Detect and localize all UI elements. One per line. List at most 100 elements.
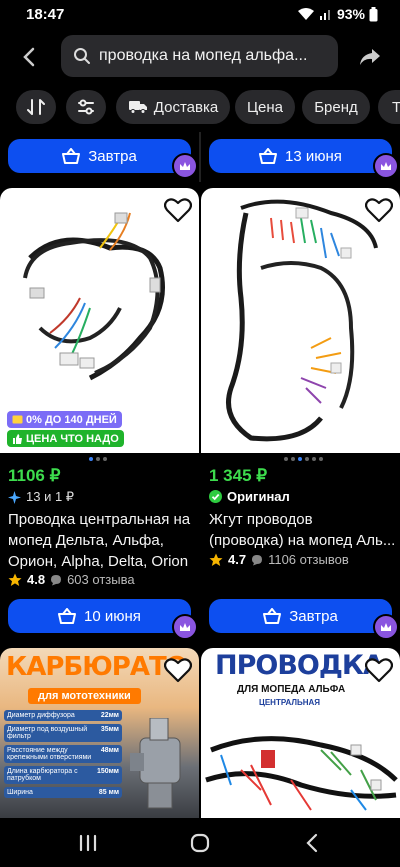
filter-brand-label: Бренд: [314, 98, 358, 116]
heart-icon: [364, 198, 394, 223]
delivery-label: 10 июня: [84, 607, 141, 625]
search-header: проводка на мопед альфа...: [0, 32, 400, 82]
status-time: 18:47: [26, 6, 65, 23]
title-line: (проводка) на мопед Аль...: [209, 532, 396, 549]
filter-price[interactable]: Цена: [235, 90, 295, 124]
original-text: Оригинал: [227, 489, 290, 504]
spec-label: Расстояние между крепежными отверстиями: [7, 747, 92, 761]
delivery-label: Завтра: [88, 147, 137, 165]
banner-subtitle: ДЛЯ МОПЕДА АЛЬФА: [237, 684, 346, 695]
home-icon: [190, 833, 210, 853]
installment-badge: 0% ДО 140 ДНЕЙ: [7, 411, 122, 428]
crown-icon: [381, 162, 391, 170]
delivery-label: Завтра: [289, 607, 338, 625]
back-button[interactable]: [14, 42, 44, 72]
spec-value: 35мм: [100, 726, 119, 733]
back-nav-button[interactable]: [297, 828, 327, 858]
spec-label: Диаметр диффузора: [7, 712, 75, 719]
heart-icon: [364, 658, 394, 683]
filter-more-label: Т: [392, 98, 400, 116]
price-badge-text: ЦЕНА ЧТО НАДО: [26, 432, 119, 445]
premium-badge: [373, 153, 399, 179]
sort-icon: [27, 99, 45, 115]
product-seller-info: 13 и 1 ₽: [8, 489, 74, 505]
home-button[interactable]: [185, 828, 215, 858]
banner-subtitle-2: ЦЕНТРАЛЬНАЯ: [259, 698, 321, 707]
spec-value: 22мм: [100, 712, 119, 719]
wifi-icon: [297, 8, 314, 20]
share-icon: [360, 49, 380, 65]
sort-button[interactable]: [16, 90, 56, 124]
product-title[interactable]: Жгут проводов (проводка) на мопед Аль...: [209, 509, 397, 551]
delivery-button[interactable]: 10 июня: [8, 599, 191, 633]
sliders-icon: [78, 99, 94, 115]
premium-badge: [172, 614, 198, 640]
card-icon: [12, 415, 23, 424]
status-bar: 18:47 93%: [0, 0, 400, 30]
chevron-left-icon: [23, 47, 35, 67]
favorite-button[interactable]: [163, 197, 193, 223]
product-price: 1 345 ₽: [209, 466, 268, 485]
recents-icon: [79, 834, 97, 852]
spec-row: Диаметр под воздушный фильтр 35мм: [4, 724, 122, 742]
favorite-button[interactable]: [163, 657, 193, 683]
spec-label: Длина карбюратора с патрубком: [7, 768, 78, 782]
filter-price-label: Цена: [246, 98, 284, 116]
recent-apps-button[interactable]: [73, 828, 103, 858]
product-image[interactable]: [201, 188, 400, 453]
search-icon: [74, 48, 90, 64]
spec-value: 48мм: [100, 747, 119, 754]
search-input[interactable]: проводка на мопед альфа...: [61, 35, 338, 77]
premium-badge: [373, 614, 399, 640]
title-line: Жгут проводов: [209, 511, 313, 528]
delivery-button-top-left[interactable]: Завтра: [8, 139, 191, 173]
spec-label: Ширина: [7, 789, 33, 796]
crown-icon: [381, 623, 391, 631]
sparkle-icon: [8, 490, 21, 504]
wiring-harness-image: [205, 736, 398, 811]
battery-icon: [369, 6, 378, 21]
title-line: Проводка центральная на: [8, 511, 191, 528]
delivery-button[interactable]: Завтра: [209, 599, 392, 633]
filter-bar: Доставка Цена Бренд Т: [0, 88, 400, 128]
rating-value: 4.7: [228, 552, 247, 567]
product-rating: 4.7 1106 отзывов: [209, 552, 349, 567]
basket-icon: [259, 148, 278, 164]
status-icons: 93%: [297, 6, 378, 22]
banner-title: КАРБЮРАТО: [6, 652, 188, 682]
spec-row: Диаметр диффузора 22мм: [4, 710, 122, 721]
installment-text: 0% ДО 140 ДНЕЙ: [26, 413, 117, 426]
share-button[interactable]: [355, 42, 385, 72]
filter-settings-button[interactable]: [66, 90, 106, 124]
delivery-label: 13 июня: [285, 147, 342, 165]
battery-percent: 93%: [336, 6, 365, 22]
reviews-count: 603 отзыва: [67, 572, 135, 587]
crown-icon: [180, 162, 190, 170]
comment-icon: [252, 554, 263, 565]
signal-icon: [319, 10, 330, 20]
star-icon: [8, 573, 22, 586]
rating-value: 4.8: [27, 572, 46, 587]
premium-badge: [172, 153, 198, 179]
price-badge: ЦЕНА ЧТО НАДО: [7, 430, 124, 447]
spec-row: Длина карбюратора с патрубком 150мм: [4, 766, 122, 784]
basket-icon: [58, 608, 77, 624]
spec-row: Ширина 85 мм: [4, 787, 122, 798]
column-divider: [199, 132, 201, 182]
reviews-count: 1106 отзывов: [268, 552, 349, 567]
favorite-button[interactable]: [364, 657, 394, 683]
chevron-left-icon: [306, 833, 318, 853]
product-price: 1106 ₽: [8, 466, 61, 485]
banner-title: ПРОВОДКА: [215, 650, 384, 681]
favorite-button[interactable]: [364, 197, 394, 223]
thumbs-up-icon: [13, 433, 22, 444]
filter-delivery-label: Доставка: [153, 98, 219, 116]
filter-delivery[interactable]: Доставка: [116, 90, 230, 124]
filter-more[interactable]: Т: [378, 90, 400, 124]
filter-brand[interactable]: Бренд: [302, 90, 370, 124]
product-title[interactable]: Проводка центральная на мопед Дельта, Ал…: [8, 509, 196, 572]
system-nav-bar: [0, 818, 400, 867]
delivery-button-top-right[interactable]: 13 июня: [209, 139, 392, 173]
spec-list: Диаметр диффузора 22мм Диаметр под воздуш…: [4, 710, 122, 798]
seller-info-text: 13 и 1 ₽: [26, 489, 75, 504]
